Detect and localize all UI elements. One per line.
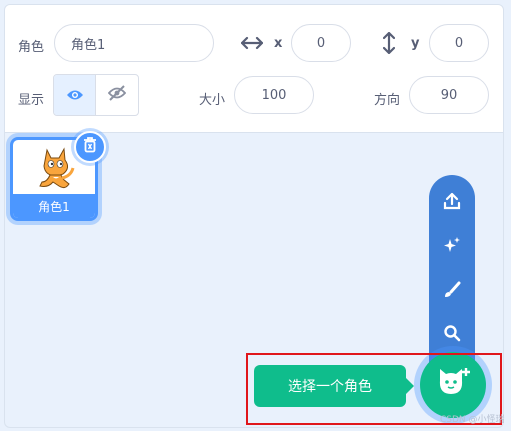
direction-value: 90 <box>440 87 458 103</box>
eye-slash-icon <box>107 85 127 105</box>
show-button[interactable] <box>54 75 97 115</box>
surprise-sprite-button[interactable] <box>429 232 475 262</box>
watermark: CSDN @小怪瑞 <box>440 415 505 425</box>
eye-icon <box>66 86 84 105</box>
visibility-toggle <box>53 74 139 116</box>
sprite-tile-name: 角色1 <box>13 194 95 218</box>
upload-sprite-button[interactable] <box>429 188 475 218</box>
y-label: y <box>411 36 420 51</box>
sparkle-icon <box>443 236 461 258</box>
delete-sprite-button[interactable] <box>74 131 106 163</box>
paint-brush-icon <box>443 281 461 303</box>
add-sprite-menu <box>429 175 475 375</box>
cat-sprite-icon <box>35 146 77 192</box>
direction-label: 方向 <box>374 93 401 108</box>
size-value: 100 <box>261 87 287 103</box>
choose-sprite-search-button[interactable] <box>429 320 475 350</box>
hide-button[interactable] <box>96 75 138 115</box>
search-icon <box>443 324 461 346</box>
upload-icon <box>443 192 461 214</box>
sprite-info-panel: 角色 角色1 x 0 y 0 显示 大小 100 方向 90 <box>5 5 503 133</box>
trash-icon <box>83 137 97 157</box>
size-label: 大小 <box>199 93 226 108</box>
vertical-arrows-icon <box>382 31 396 55</box>
size-input[interactable]: 100 <box>234 76 314 114</box>
direction-input[interactable]: 90 <box>409 76 489 114</box>
sprite-name-input[interactable]: 角色1 <box>54 24 214 62</box>
horizontal-arrows-icon <box>241 33 263 53</box>
paint-sprite-button[interactable] <box>429 277 475 307</box>
y-input[interactable]: 0 <box>429 24 489 62</box>
sprite-name-value: 角色1 <box>71 37 106 53</box>
x-label: x <box>274 36 283 51</box>
sprite-name-label: 角色 <box>18 40 45 55</box>
y-value: 0 <box>454 35 464 51</box>
x-input[interactable]: 0 <box>291 24 351 62</box>
show-label: 显示 <box>18 93 45 108</box>
x-value: 0 <box>316 35 326 51</box>
